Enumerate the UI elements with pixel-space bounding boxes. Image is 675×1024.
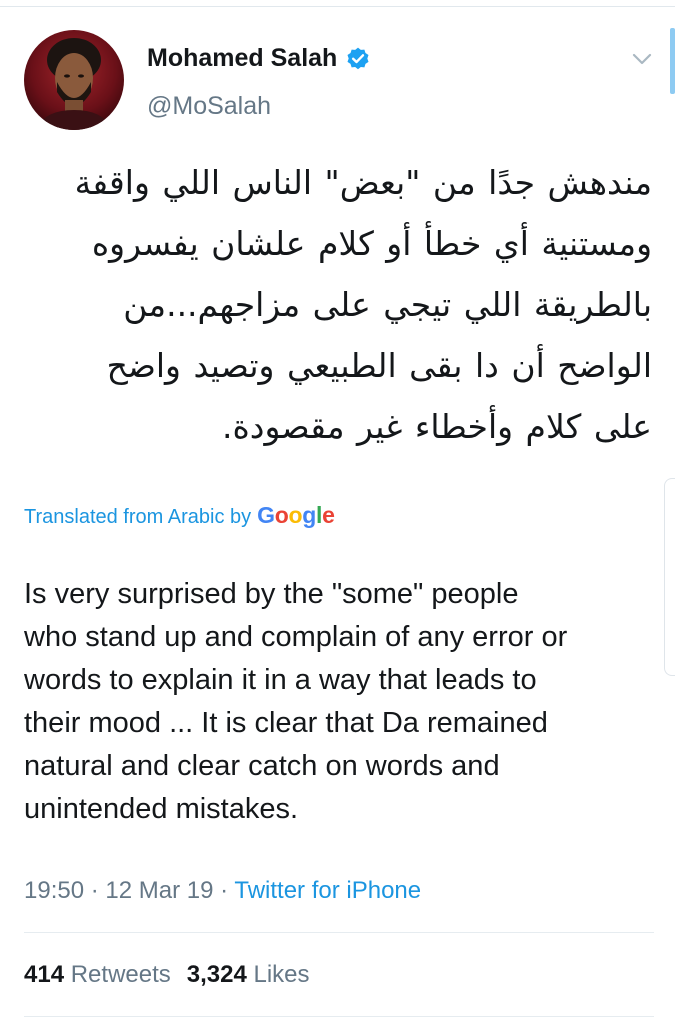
tweet-date[interactable]: 12 Mar 19 bbox=[105, 877, 213, 904]
google-logo: Google bbox=[257, 502, 335, 529]
likes-stat[interactable]: 3,324 Likes bbox=[187, 961, 310, 988]
translation-line: Is very surprised by the "some" people bbox=[24, 578, 519, 610]
translation-line: their mood ... It is clear that Da remai… bbox=[24, 707, 548, 739]
display-name[interactable]: Mohamed Salah bbox=[147, 44, 337, 73]
retweets-count: 414 bbox=[24, 961, 65, 988]
verified-badge-icon bbox=[345, 46, 371, 72]
meta-separator: · bbox=[220, 877, 229, 904]
tweet-text-line: الواضح أن دا بقى الطبيعي وتصيد واضح bbox=[106, 346, 652, 385]
likes-count: 3,324 bbox=[186, 961, 247, 988]
meta-separator: · bbox=[90, 877, 99, 904]
top-divider bbox=[0, 6, 675, 7]
translation-label: Translated from Arabic by bbox=[24, 506, 252, 528]
google-logo-letter: e bbox=[322, 502, 335, 528]
chevron-down-icon[interactable] bbox=[631, 48, 653, 70]
tweet-text-line: ومستنية أي خطأ أو كلام علشان يفسروه bbox=[91, 224, 652, 263]
tweet-time[interactable]: 19:50 bbox=[24, 877, 84, 904]
translation-attribution[interactable]: Translated from Arabic by Google bbox=[24, 502, 335, 529]
google-logo-letter: o bbox=[288, 502, 303, 528]
tweet-text-line: بالطريقة اللي تيجي على مزاجهم...من bbox=[123, 285, 652, 324]
google-logo-letter: g bbox=[302, 502, 316, 528]
google-logo-letter: G bbox=[257, 502, 275, 528]
avatar[interactable] bbox=[24, 30, 124, 130]
tweet-text-translation: Is very surprised by the "some" people w… bbox=[24, 573, 664, 831]
translation-line: words to explain it in a way that leads … bbox=[24, 664, 537, 696]
retweets-stat[interactable]: 414 Retweets bbox=[24, 961, 171, 988]
translation-line: who stand up and complain of any error o… bbox=[24, 621, 568, 653]
stats-divider-top bbox=[24, 932, 654, 933]
google-logo-letter: o bbox=[274, 502, 289, 528]
author-name-row[interactable]: Mohamed Salah bbox=[147, 44, 371, 73]
tweet-stats: 414 Retweets 3,324 Likes bbox=[24, 961, 310, 989]
tweet-source-link[interactable]: Twitter for iPhone bbox=[234, 877, 421, 904]
tweet-text-line: مندهش جدًا من "بعض" الناس اللي واقفة bbox=[74, 163, 652, 202]
translation-line: natural and clear catch on words and bbox=[24, 750, 500, 782]
likes-label: Likes bbox=[253, 961, 310, 988]
user-handle[interactable]: @MoSalah bbox=[147, 92, 271, 121]
tweet-text-original: مندهش جدًا من "بعض" الناس اللي واقفة ومس… bbox=[22, 152, 652, 457]
translation-line: unintended mistakes. bbox=[24, 793, 299, 825]
tweet-meta: 19:50 · 12 Mar 19 · Twitter for iPhone bbox=[24, 877, 421, 905]
tweet-text-line: على كلام وأخطاء غير مقصودة. bbox=[222, 407, 652, 446]
avatar-photo bbox=[24, 30, 124, 130]
retweets-label: Retweets bbox=[70, 961, 171, 988]
stats-divider-bottom bbox=[24, 1016, 654, 1017]
side-panel-handle[interactable] bbox=[664, 478, 675, 676]
scroll-indicator bbox=[670, 28, 675, 94]
